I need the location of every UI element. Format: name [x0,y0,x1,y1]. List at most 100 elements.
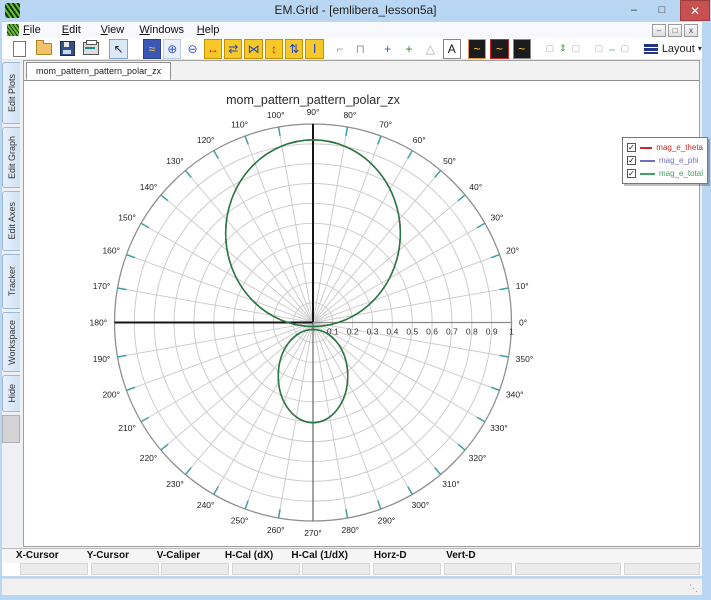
text-tool-button[interactable]: A [443,39,461,59]
space-vertical-button[interactable]: ⇕ [557,39,569,59]
menu-edit[interactable]: Edit [59,23,84,37]
svg-text:180°: 180° [90,318,108,328]
layout-menu-button[interactable]: Layout▾ [644,43,702,55]
shrink-x-button[interactable]: ⇄ [224,39,242,59]
save-file-button[interactable] [59,39,77,59]
legend-checkbox-mag_e_theta[interactable]: ✓ [627,143,636,152]
readout-label-v-caliper: V-Caliper [143,549,214,563]
legend-label: mag_e_phi [659,156,699,165]
svg-text:310°: 310° [442,479,460,489]
svg-text:110°: 110° [231,120,248,130]
copy-plot-button[interactable]: ~ [468,39,486,59]
shrink-y-button[interactable]: ⇅ [285,39,303,59]
dock-left-button[interactable]: ▢ [593,39,605,59]
menu-help[interactable]: Help [194,23,223,37]
fit-y-button[interactable]: Ⅰ [305,39,323,59]
resize-grip[interactable]: ⋱ [689,583,698,594]
status-bar: ⋱ [2,578,702,595]
sidebar-tab-edit-graph[interactable]: Edit Graph [2,127,20,188]
close-button[interactable]: ✕ [680,0,710,21]
readout-label-horz-d: Horz-D [355,549,426,563]
readout-cell-1 [20,563,88,575]
mdi-minimize-button[interactable]: – [652,24,666,37]
chart-title: mom_pattern_pattern_polar_zx [226,93,400,107]
svg-text:210°: 210° [118,423,136,433]
svg-text:130°: 130° [166,156,184,166]
svg-text:270°: 270° [304,528,322,538]
dock-top-button[interactable]: ▢ [544,39,556,59]
save-file-icon [60,41,75,56]
svg-text:100°: 100° [267,110,285,120]
svg-text:240°: 240° [197,500,215,510]
legend-label: mag_e_total [659,169,703,178]
readout-label-x-cursor: X-Cursor [2,549,73,563]
expand-x-button[interactable]: ↔ [204,39,222,59]
sidebar-tab-hide[interactable]: Hide [2,375,20,412]
autoscale-button[interactable]: ≈ [143,39,161,59]
svg-text:70°: 70° [379,120,392,130]
crosshair-tool-button[interactable]: + [379,39,397,59]
plot-style-button[interactable]: ~ [513,39,531,59]
readout-cell-3 [161,563,229,575]
legend-checkbox-mag_e_phi[interactable]: ✓ [627,156,636,165]
legend-label: mag_e_theta [656,143,703,152]
sidebar-tab-tracker[interactable]: Tracker [2,254,20,309]
svg-text:340°: 340° [506,389,524,399]
window-title: EM.Grid - [emlibera_lesson5a] [0,3,711,17]
mdi-close-button[interactable]: x [684,24,698,37]
svg-text:0.2: 0.2 [347,327,359,337]
svg-text:0.9: 0.9 [486,327,498,337]
legend-checkbox-mag_e_total[interactable]: ✓ [627,169,636,178]
sidebar-tab-edit-plots[interactable]: Edit Plots [2,62,20,124]
document-tab[interactable]: mom_pattern_pattern_polar_zx [26,62,171,80]
dock-bottom-button[interactable]: ▢ [570,39,582,59]
svg-text:0.4: 0.4 [386,327,398,337]
plot-panel: mom_pattern_pattern_polar_zx mom_pattern… [23,60,700,547]
plot-style-active-button[interactable]: ~ [490,39,508,59]
new-file-button[interactable] [10,39,28,59]
layout-icon [644,44,658,54]
menu-view[interactable]: View [98,23,128,37]
region-select-button[interactable]: ⊓ [351,39,369,59]
readout-cell-7 [444,563,512,575]
sidebar-tab-label: Edit Graph [7,136,17,179]
open-file-button[interactable] [34,39,52,59]
mdi-restore-button[interactable]: □ [668,24,682,37]
sidebar-scroll-block[interactable] [2,415,20,443]
readout-cell-4 [232,563,300,575]
menu-windows[interactable]: Windows [136,23,187,37]
menu-file[interactable]: File [20,23,44,37]
fit-x-button[interactable]: ⋈ [244,39,262,59]
layout-label: Layout [662,43,695,55]
axes-tool-button[interactable]: + [400,39,418,59]
zoom-out-button[interactable]: ⊖ [183,39,201,59]
sidebar-tab-workspace[interactable]: Workspace [2,312,20,372]
minimize-button[interactable]: – [621,0,647,20]
sidebar-tab-edit-axes[interactable]: Edit Axes [2,191,20,251]
svg-text:1: 1 [509,327,514,337]
cursor-readout-header: X-CursorY-CursorV-CaliperH-Cal (dX)H-Cal… [2,548,702,564]
readout-cell-filler [624,563,700,575]
sidebar-tabs: Edit Plots Edit Graph Edit Axes Tracker Work… [2,62,23,443]
new-file-icon [13,41,26,57]
svg-text:260°: 260° [267,525,285,535]
readout-cell-filler [515,563,621,575]
legend-line-sample [640,173,655,175]
cursor-readout-values [2,563,702,576]
open-file-icon [36,43,52,55]
slope-tool-button[interactable]: △ [421,39,439,59]
pointer-tool-button[interactable]: ↖ [109,39,127,59]
maximize-button[interactable]: □ [649,0,675,20]
svg-text:90°: 90° [307,107,320,117]
expand-y-button[interactable]: ↕ [265,39,283,59]
svg-text:280°: 280° [341,525,359,535]
zoom-in-button[interactable]: ⊕ [163,39,181,59]
svg-text:40°: 40° [469,182,482,192]
svg-text:50°: 50° [443,156,456,166]
toolbar: ↖≈⊕⊖↔⇄⋈↕⇅Ⅰ⌐⊓++△A~~~▢⇕▢▢⇔▢Layout▾ [2,38,702,60]
corner-select-button[interactable]: ⌐ [331,39,349,59]
readout-label-h-cal-1-dx-: H-Cal (1/dX) [284,549,355,563]
dock-right-button[interactable]: ▢ [619,39,631,59]
print-button[interactable] [82,39,100,59]
space-horizontal-button[interactable]: ⇔ [606,39,618,59]
